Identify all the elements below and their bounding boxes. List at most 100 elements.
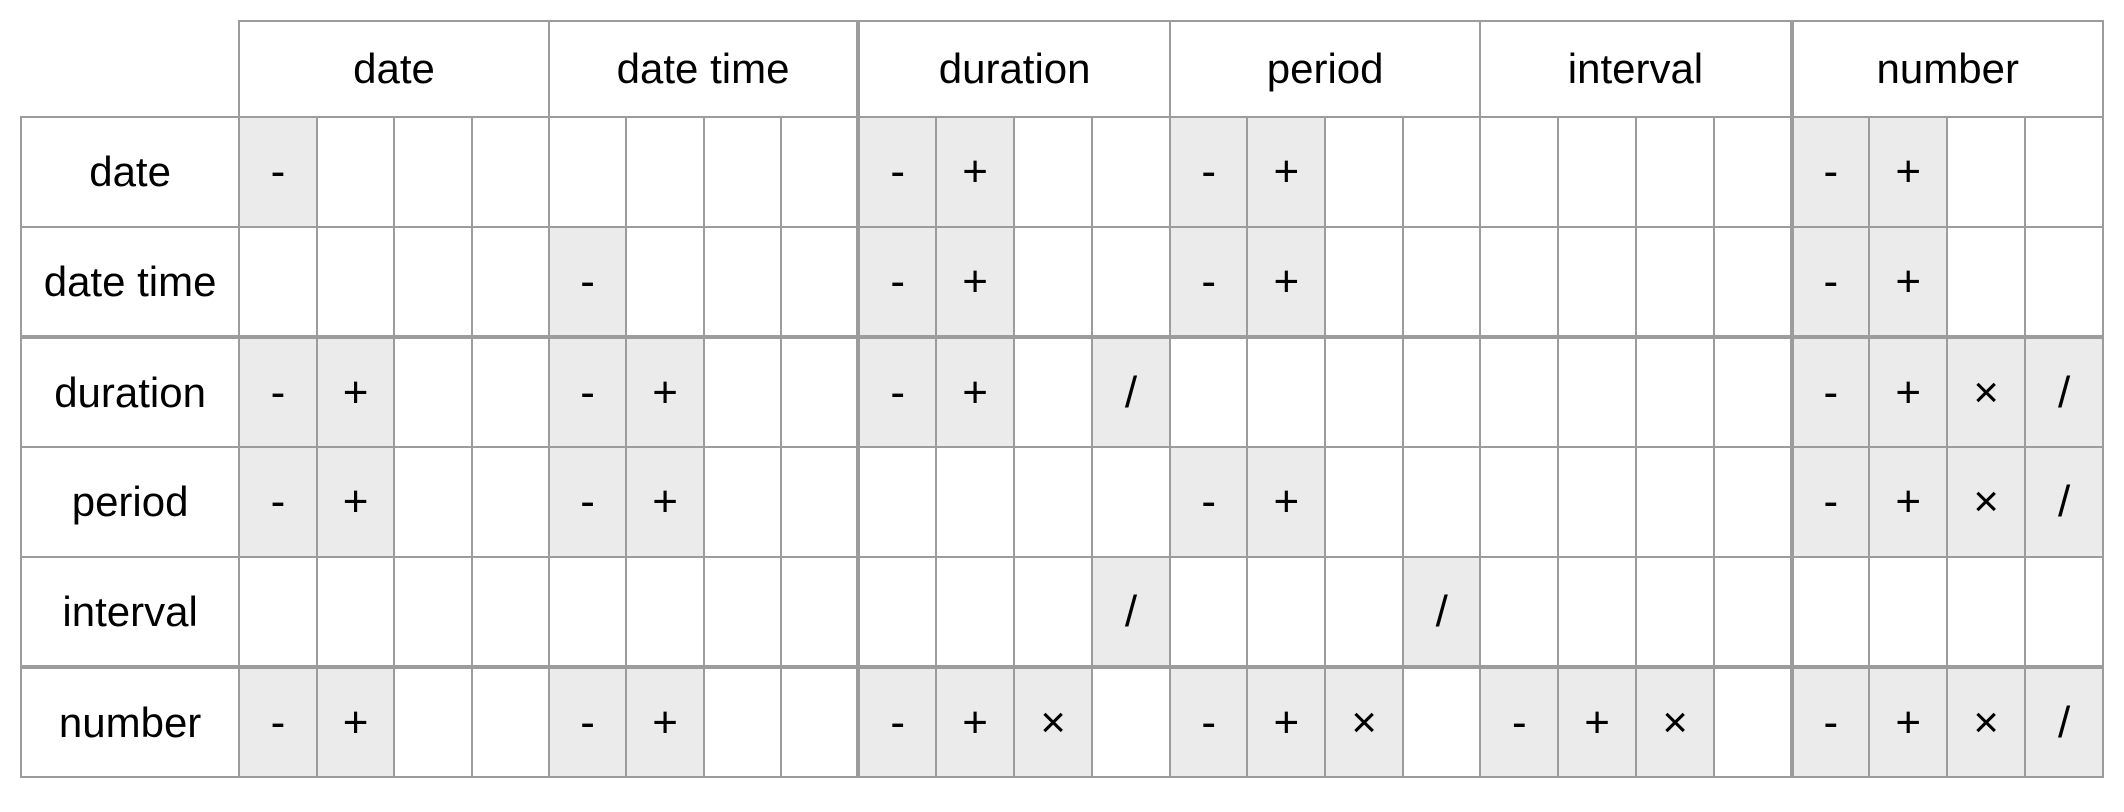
op-cell-empty: [1636, 117, 1714, 227]
op-cell--: -: [1792, 447, 1870, 557]
op-cell-empty: [1014, 227, 1092, 337]
op-cell-empty: [1480, 117, 1558, 227]
op-cell-empty: [1947, 227, 2025, 337]
op-cell-empty: [1947, 557, 2025, 667]
op-cell-empty: [1325, 117, 1403, 227]
row-header: period: [21, 447, 239, 557]
col-header: period: [1170, 21, 1481, 117]
op-cell--: -: [549, 337, 627, 447]
table-body: date--+-+-+date time--+-+-+duration-+-+-…: [21, 117, 2103, 777]
op-cell-empty: [549, 117, 627, 227]
op-cell-empty: [1014, 447, 1092, 557]
op-cell--: -: [858, 667, 936, 777]
op-cell--: -: [1792, 337, 1870, 447]
op-cell-empty: [317, 117, 395, 227]
op-cell-empty: [1403, 337, 1480, 447]
op-cell-empty: [1014, 117, 1092, 227]
op-cell--: -: [549, 667, 627, 777]
op-cell-empty: [394, 557, 471, 667]
op-cell-empty: [317, 227, 395, 337]
op-cell-empty: [1092, 227, 1170, 337]
op-cell-/: /: [2025, 667, 2103, 777]
op-cell-empty: [1714, 557, 1791, 667]
op-cell-empty: [1558, 447, 1636, 557]
op-cell-empty: [1247, 557, 1325, 667]
op-cell-empty: [1714, 117, 1791, 227]
col-header: interval: [1480, 21, 1791, 117]
op-cell-empty: [1403, 117, 1480, 227]
op-cell--: -: [549, 447, 627, 557]
op-cell-empty: [704, 667, 781, 777]
op-cell-empty: [239, 227, 317, 337]
op-cell-empty: [1480, 447, 1558, 557]
op-cell-empty: [2025, 227, 2103, 337]
op-cell--: -: [1792, 227, 1870, 337]
op-cell-empty: [1558, 117, 1636, 227]
op-cell-empty: [936, 557, 1014, 667]
op-cell-empty: [472, 667, 549, 777]
op-cell-empty: [1714, 227, 1791, 337]
op-cell-+: +: [626, 337, 704, 447]
op-cell-empty: [1480, 227, 1558, 337]
op-cell-empty: [858, 447, 936, 557]
op-cell-+: +: [317, 337, 395, 447]
op-cell--: -: [239, 447, 317, 557]
op-cell-empty: [936, 447, 1014, 557]
op-cell-empty: [704, 447, 781, 557]
op-cell-empty: [781, 337, 858, 447]
op-cell--: -: [858, 117, 936, 227]
row-header: duration: [21, 337, 239, 447]
op-cell-+: +: [936, 117, 1014, 227]
op-cell-empty: [1480, 557, 1558, 667]
op-cell-×: ×: [1947, 447, 2025, 557]
op-cell-+: +: [1247, 117, 1325, 227]
op-cell-empty: [781, 447, 858, 557]
op-cell-+: +: [1869, 337, 1947, 447]
row-header: date: [21, 117, 239, 227]
op-cell--: -: [1792, 117, 1870, 227]
op-cell-empty: [394, 227, 471, 337]
op-cell-empty: [1092, 117, 1170, 227]
op-cell--: -: [1480, 667, 1558, 777]
op-cell-empty: [394, 337, 471, 447]
op-cell--: -: [1170, 447, 1248, 557]
op-cell-+: +: [936, 337, 1014, 447]
op-cell--: -: [1792, 667, 1870, 777]
op-cell-empty: [394, 667, 471, 777]
op-cell-empty: [1636, 557, 1714, 667]
op-cell-empty: [472, 117, 549, 227]
op-cell-empty: [394, 447, 471, 557]
op-cell-empty: [1325, 557, 1403, 667]
op-cell-empty: [781, 227, 858, 337]
col-header: number: [1792, 21, 2104, 117]
op-cell-×: ×: [1014, 667, 1092, 777]
op-cell-empty: [472, 557, 549, 667]
op-cell-empty: [1558, 227, 1636, 337]
op-cell-empty: [858, 557, 936, 667]
op-cell-empty: [704, 227, 781, 337]
op-cell-+: +: [317, 667, 395, 777]
op-cell-empty: [1869, 557, 1947, 667]
op-cell-empty: [1325, 447, 1403, 557]
op-cell-+: +: [936, 227, 1014, 337]
col-header: date time: [549, 21, 859, 117]
op-cell-×: ×: [1947, 337, 2025, 447]
op-cell-empty: [1325, 227, 1403, 337]
op-cell-+: +: [1869, 667, 1947, 777]
op-cell-empty: [704, 337, 781, 447]
op-cell-empty: [394, 117, 471, 227]
op-cell--: -: [858, 337, 936, 447]
op-cell-+: +: [1869, 227, 1947, 337]
op-cell-+: +: [626, 447, 704, 557]
op-cell-empty: [1170, 337, 1248, 447]
op-cell-+: +: [626, 667, 704, 777]
op-cell-empty: [1247, 337, 1325, 447]
op-cell--: -: [239, 667, 317, 777]
op-cell-empty: [2025, 117, 2103, 227]
op-cell-empty: [781, 557, 858, 667]
op-cell-empty: [1558, 337, 1636, 447]
op-cell-empty: [704, 117, 781, 227]
op-cell-empty: [1092, 447, 1170, 557]
op-cell-empty: [626, 117, 704, 227]
op-cell-empty: [1714, 337, 1791, 447]
